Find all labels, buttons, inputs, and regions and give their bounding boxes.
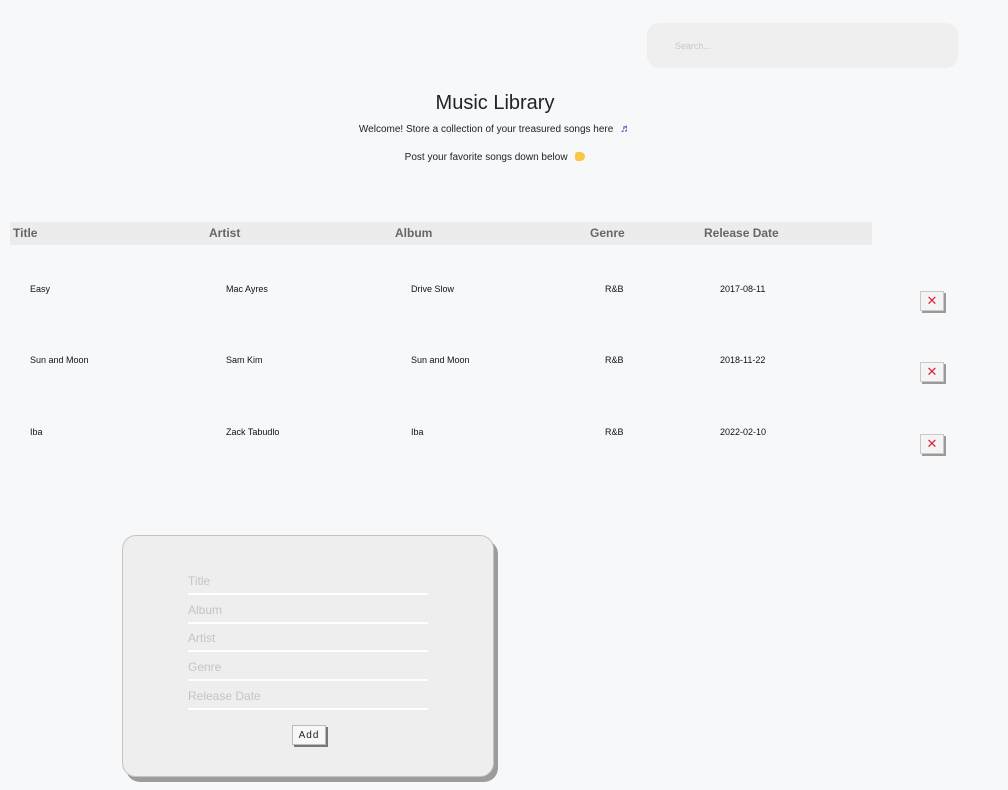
title-field[interactable] (188, 569, 428, 595)
pointing-down-hand-icon (575, 152, 586, 161)
song-genre: R&B (605, 427, 624, 437)
add-song-form: Add (122, 535, 494, 777)
song-title: Sun and Moon (30, 355, 89, 365)
welcome-text-line: Welcome! Store a collection of your trea… (0, 123, 990, 136)
song-album: Iba (411, 427, 424, 437)
song-genre: R&B (605, 355, 624, 365)
welcome-text: Welcome! Store a collection of your trea… (358, 124, 614, 135)
song-genre: R&B (605, 284, 624, 294)
column-header-album: Album (395, 226, 433, 240)
release-date-field[interactable] (188, 684, 428, 710)
artist-field[interactable] (188, 626, 428, 652)
song-title: Easy (30, 284, 51, 294)
song-artist: Mac Ayres (226, 284, 268, 294)
song-artist: Zack Tabudlo (226, 427, 280, 437)
album-field[interactable] (188, 598, 428, 624)
song-release-date: 2017-08-11 (720, 284, 766, 294)
column-header-title: Title (13, 226, 38, 240)
page-header: Music Library Welcome! Store a collectio… (0, 90, 990, 164)
music-note-icon: ♬ (620, 123, 632, 135)
song-title: Iba (30, 427, 43, 437)
song-release-date: 2018-11-22 (720, 355, 766, 365)
page-title: Music Library (435, 92, 555, 114)
song-release-date: 2022-02-10 (720, 427, 767, 437)
table-row: Iba Zack Tabudlo Iba R&B 2022-02-10 ✕ (0, 426, 1008, 456)
column-header-artist: Artist (209, 226, 241, 240)
delete-song-button[interactable]: ✕ (920, 434, 944, 454)
post-text: Post your favorite songs down below (404, 152, 568, 163)
delete-song-button[interactable]: ✕ (920, 291, 944, 311)
column-header-release-date: Release Date (704, 226, 779, 240)
table-row: Easy Mac Ayres Drive Slow R&B 2017-08-11… (0, 283, 1008, 313)
post-text-line: Post your favorite songs down below (0, 151, 990, 164)
song-artist: Sam Kim (226, 355, 263, 365)
add-song-button[interactable]: Add (292, 725, 326, 745)
delete-song-button[interactable]: ✕ (920, 362, 944, 382)
search-input[interactable] (647, 23, 958, 68)
column-header-genre: Genre (590, 226, 625, 240)
table-row: Sun and Moon Sam Kim Sun and Moon R&B 20… (0, 354, 1008, 384)
song-album: Drive Slow (411, 284, 455, 294)
song-album: Sun and Moon (411, 355, 470, 365)
genre-field[interactable] (188, 655, 428, 681)
table-header: Title Artist Album Genre Release Date (10, 222, 872, 245)
